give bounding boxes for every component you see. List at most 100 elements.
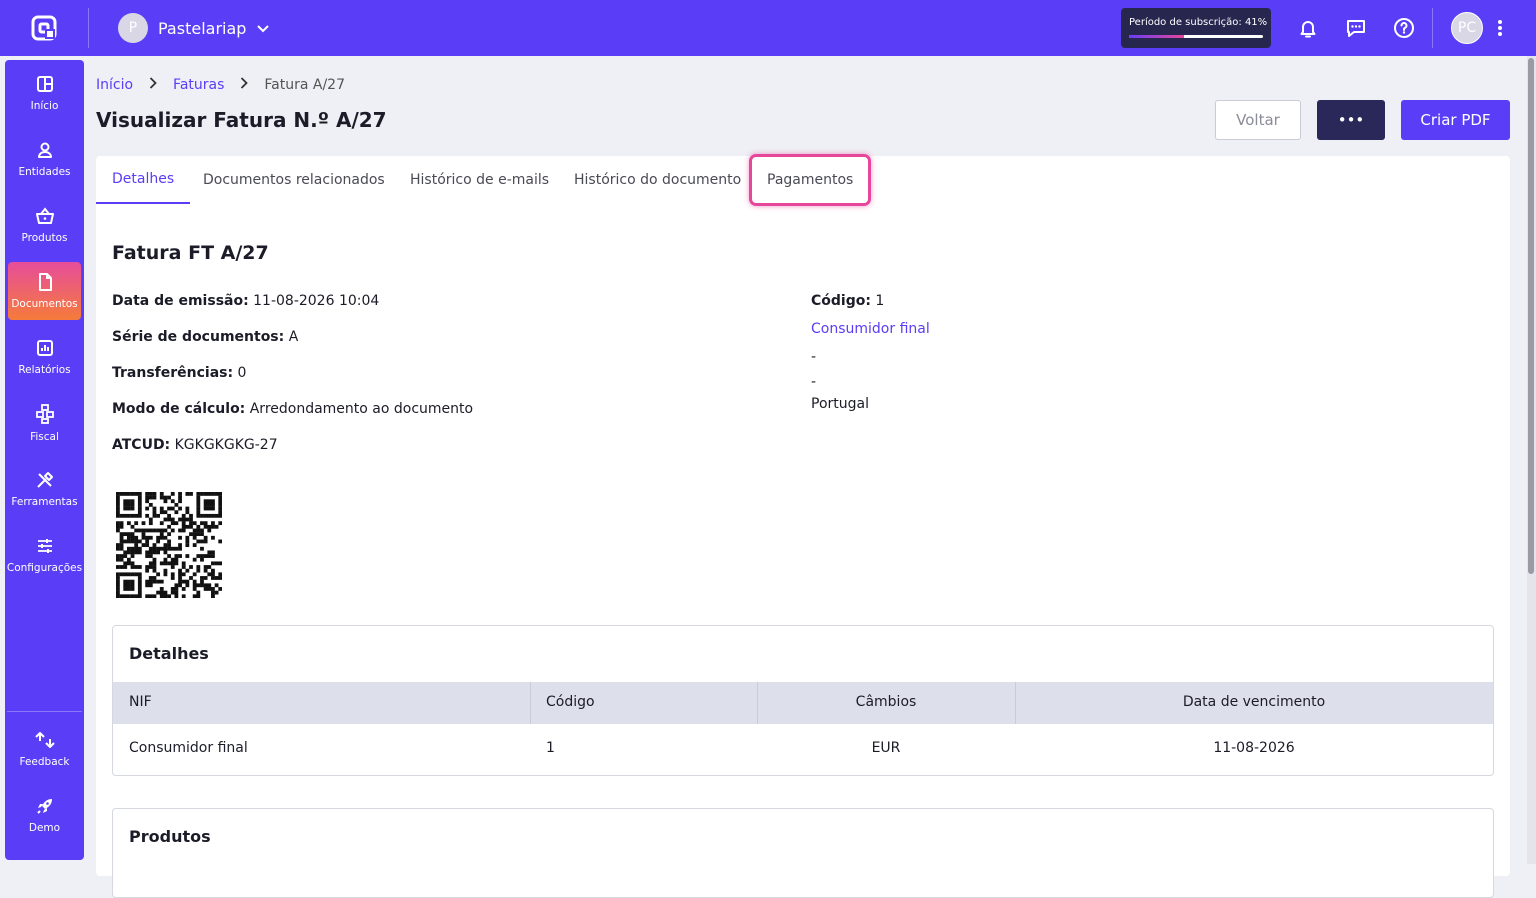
field-label: Transferências: (112, 365, 234, 381)
document-icon (38, 272, 52, 291)
divider (1432, 8, 1433, 48)
client-address-line: - (811, 374, 817, 390)
divider (530, 682, 531, 724)
client-name-link[interactable]: Consumidor final (811, 321, 930, 337)
bell-icon[interactable] (1294, 14, 1322, 42)
field-value: 1 (870, 293, 885, 309)
company-selector[interactable]: P Pastelariap (118, 12, 270, 44)
sidebar-item-feedback[interactable]: Feedback (8, 720, 81, 778)
subscription-label: Período de subscrição: 41% (1129, 17, 1268, 28)
sidebar-item-label: Demo (28, 821, 61, 834)
sidebar-item-label: Produtos (21, 231, 68, 244)
breadcrumb-current: Fatura A/27 (264, 77, 345, 93)
hierarchy-icon (35, 403, 54, 424)
chart-icon (36, 339, 53, 356)
sidebar-item-documentos[interactable]: Documentos (8, 262, 81, 320)
field-value: Arredondamento ao documento (245, 401, 474, 417)
field-label: Código: (811, 293, 871, 309)
sidebar-item-configuracoes[interactable]: Configurações (6, 526, 83, 584)
table-cell-cambios: EUR (871, 740, 901, 756)
subscription-progress-fill (1129, 35, 1184, 38)
sliders-icon (37, 538, 52, 553)
table-header: NIF Código Câmbios Data de vencimento (113, 682, 1493, 724)
divider (88, 8, 89, 48)
field-value: 0 (233, 365, 247, 381)
back-button[interactable]: Voltar (1215, 100, 1301, 140)
field-value: 11-08-2026 10:04 (248, 293, 380, 309)
qr-code (116, 492, 223, 599)
tab-detalhes[interactable]: Detalhes (96, 156, 191, 204)
breadcrumb-link-inicio[interactable]: Início (96, 77, 133, 93)
table-cell-data-vencimento: 11-08-2026 (1213, 740, 1295, 756)
rocket-icon (36, 798, 52, 814)
sidebar-item-fiscal[interactable]: Fiscal (8, 394, 81, 452)
details-panel: Detalhes NIF Código Câmbios Data de venc… (112, 625, 1494, 776)
column-header-data-vencimento: Data de vencimento (1182, 694, 1326, 710)
client-code-field: Código: 1 (811, 293, 884, 309)
tab-historico-emails[interactable]: Histórico de e-mails (410, 156, 549, 204)
breadcrumb-link-faturas[interactable]: Faturas (173, 77, 224, 93)
field-label: Série de documentos: (112, 329, 285, 345)
field-value: A (284, 329, 299, 345)
client-address-line: - (811, 349, 817, 365)
sidebar-item-label: Configurações (6, 561, 83, 574)
sidebar-item-relatorios[interactable]: Relatórios (8, 328, 81, 386)
company-avatar: P (118, 13, 148, 43)
sidebar-item-label: Relatórios (18, 363, 71, 376)
user-icon (37, 142, 52, 158)
company-name: Pastelariap (158, 18, 247, 38)
field-value: KGKGKGKG-27 (170, 437, 278, 453)
sidebar-item-label: Fiscal (30, 430, 59, 443)
series-field: Série de documentos: A (112, 329, 298, 345)
sidebar-item-ferramentas[interactable]: Ferramentas (8, 460, 81, 518)
chevron-right-icon (240, 77, 249, 93)
scrollbar[interactable] (1527, 56, 1536, 864)
sidebar-item-produtos[interactable]: Produtos (8, 196, 81, 254)
scrollbar-thumb[interactable] (1528, 58, 1534, 574)
products-panel: Produtos (112, 808, 1494, 898)
breadcrumb: Início Faturas Fatura A/27 (96, 74, 345, 96)
more-vertical-icon[interactable] (1490, 14, 1510, 42)
panel-title: Produtos (129, 827, 211, 846)
document-card: Detalhes Documentos relacionados Históri… (96, 154, 1510, 898)
field-label: Modo de cálculo: (112, 401, 246, 417)
sidebar-item-label: Entidades (18, 165, 71, 178)
tools-icon (36, 471, 53, 488)
tab-documentos-relacionados[interactable]: Documentos relacionados (203, 156, 385, 204)
table-cell-codigo: 1 (546, 740, 555, 756)
atcud-field: ATCUD: KGKGKGKG-27 (112, 437, 278, 453)
subscription-progress-bar (1129, 35, 1263, 38)
sidebar-item-label: Documentos (11, 297, 78, 310)
tab-pagamentos[interactable]: Pagamentos (749, 154, 872, 206)
divider (7, 711, 82, 712)
sidebar-item-entidades[interactable]: Entidades (8, 130, 81, 188)
column-header-nif: NIF (129, 694, 152, 710)
basket-icon (35, 206, 54, 224)
more-actions-button[interactable]: ••• (1317, 100, 1385, 140)
top-bar: P Pastelariap Período de subscrição: 41%… (0, 0, 1536, 56)
chevron-right-icon (149, 77, 157, 93)
user-avatar[interactable]: PC (1451, 12, 1483, 44)
chat-icon[interactable] (1342, 14, 1370, 42)
chevron-down-icon (257, 25, 270, 33)
transfers-field: Transferências: 0 (112, 365, 246, 381)
field-label: Data de emissão: (112, 293, 249, 309)
subscription-period[interactable]: Período de subscrição: 41% (1121, 8, 1271, 48)
sidebar-item-label: Início (30, 99, 59, 112)
dashboard-icon (36, 75, 53, 92)
sidebar-item-demo[interactable]: Demo (8, 786, 81, 844)
client-country: Portugal (811, 396, 869, 412)
field-label: ATCUD: (112, 437, 171, 453)
sidebar-item-label: Ferramentas (11, 495, 78, 508)
create-pdf-button[interactable]: Criar PDF (1401, 100, 1510, 140)
column-header-cambios: Câmbios (855, 694, 917, 710)
sidebar: Início Entidades Produtos Documentos Rel… (5, 60, 84, 860)
panel-title: Detalhes (129, 644, 209, 663)
sidebar-item-inicio[interactable]: Início (8, 64, 81, 122)
help-icon[interactable] (1390, 14, 1418, 42)
tab-historico-documento[interactable]: Histórico do documento (574, 156, 741, 204)
table-cell-nif: Consumidor final (129, 740, 248, 756)
feedback-icon (34, 731, 55, 748)
app-logo-icon[interactable] (30, 14, 58, 42)
page-title: Visualizar Fatura N.º A/27 (96, 108, 387, 132)
